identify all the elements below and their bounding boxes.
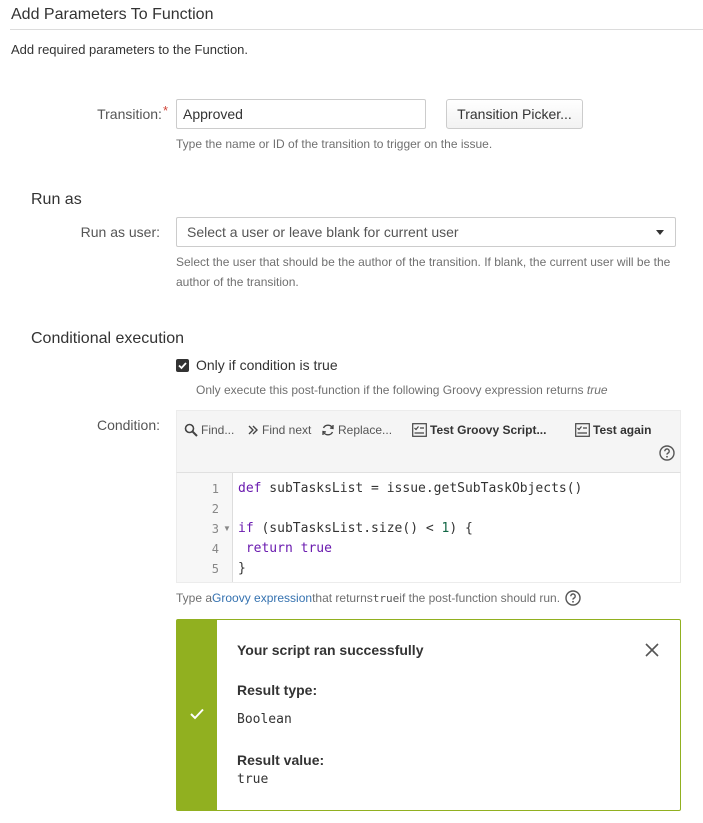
condition-help-text: Only execute this post-function if the f… xyxy=(196,383,587,397)
transition-label-text: Transition: xyxy=(97,106,162,122)
code-help-code: true xyxy=(372,591,400,605)
success-message: Your script ran successfully Result type… xyxy=(176,619,681,811)
editor-toolbar: Find... Find next Replace... Test Groovy… xyxy=(176,410,681,473)
replace-button[interactable]: Replace... xyxy=(321,421,392,439)
checklist-icon xyxy=(575,423,590,437)
editor-gutter: 1 2 3 ▼ 4 5 xyxy=(177,473,233,582)
code-help-middle: that returns xyxy=(312,591,373,605)
check-icon xyxy=(190,708,204,720)
test-again-button[interactable]: Test again xyxy=(575,421,651,439)
search-icon xyxy=(184,423,198,437)
line-number: 5 xyxy=(211,562,219,576)
page-title: Add Parameters To Function xyxy=(11,6,214,23)
find-next-button[interactable]: Find next xyxy=(247,421,311,439)
replace-label: Replace... xyxy=(338,423,393,437)
success-title: Your script ran successfully xyxy=(237,642,424,658)
double-chevron-right-icon xyxy=(248,425,258,435)
find-next-label: Find next xyxy=(262,423,312,437)
chevron-down-icon xyxy=(656,230,664,235)
line-number: 2 xyxy=(211,502,219,516)
test-again-label: Test again xyxy=(593,423,652,437)
transition-input[interactable] xyxy=(176,99,426,129)
code-editor[interactable]: 1 2 3 ▼ 4 5 def subTasksList = issue.get… xyxy=(176,473,681,583)
help-icon[interactable] xyxy=(565,590,581,606)
condition-label: Condition: xyxy=(96,417,160,433)
test-groovy-script-label: Test Groovy Script... xyxy=(430,423,547,437)
run-as-user-placeholder: Select a user or leave blank for current… xyxy=(187,224,459,240)
line-number: 1 xyxy=(211,482,219,496)
code-keyword: if xyxy=(238,521,254,536)
code-text: (subTasksList.size() < xyxy=(253,521,442,536)
code-help-suffix: if the post-function should run. xyxy=(399,591,561,605)
transition-label: Transition:* xyxy=(60,103,168,122)
fold-arrow-icon[interactable]: ▼ xyxy=(223,524,231,533)
close-icon[interactable] xyxy=(645,643,659,657)
page-description: Add required parameters to the Function. xyxy=(11,42,249,57)
condition-checkbox-label[interactable]: Only if condition is true xyxy=(196,357,338,373)
run-as-user-select[interactable]: Select a user or leave blank for current… xyxy=(176,217,676,247)
code-text: ) { xyxy=(449,521,473,536)
conditional-section-title: Conditional execution xyxy=(31,330,184,347)
required-marker: * xyxy=(162,103,168,118)
line-number: 4 xyxy=(211,542,219,556)
code-line: return true xyxy=(238,541,332,556)
transition-help: Type the name or ID of the transition to… xyxy=(176,137,493,151)
code-help: Type a Groovy expression that returns tr… xyxy=(176,590,581,606)
editor-help-button[interactable] xyxy=(659,445,675,461)
result-type-value: Boolean xyxy=(237,712,292,727)
line-number: 3 xyxy=(211,522,219,536)
run-as-user-label: Run as user: xyxy=(80,224,160,240)
code-help-prefix: Type a xyxy=(176,591,213,605)
groovy-expression-link[interactable]: Groovy expression xyxy=(212,591,312,605)
run-as-help-line2: author of the transition. xyxy=(176,275,299,289)
code-text: subTasksList = issue.getSubTaskObjects() xyxy=(261,481,583,496)
code-line: if (subTasksList.size() < 1) { xyxy=(238,521,473,536)
result-value: true xyxy=(237,772,269,787)
run-as-help-line1: Select the user that should be the autho… xyxy=(176,255,671,269)
find-label: Find... xyxy=(201,423,235,437)
test-groovy-script-button[interactable]: Test Groovy Script... xyxy=(412,421,546,439)
checklist-icon xyxy=(412,423,427,437)
help-icon xyxy=(659,445,675,461)
code-keyword: def xyxy=(238,481,262,496)
code-keyword: return xyxy=(245,541,293,556)
code-line: def subTasksList = issue.getSubTaskObjec… xyxy=(238,481,582,496)
code-keyword: true xyxy=(300,541,332,556)
checkmark-icon xyxy=(178,362,187,370)
success-bar xyxy=(177,620,217,810)
code-line: } xyxy=(238,561,246,576)
condition-help: Only execute this post-function if the f… xyxy=(196,380,608,400)
condition-checkbox[interactable] xyxy=(176,359,189,372)
run-as-section-title: Run as xyxy=(31,191,82,208)
transition-picker-button[interactable]: Transition Picker... xyxy=(446,99,583,129)
title-divider xyxy=(10,29,703,30)
condition-help-emphasis: true xyxy=(586,383,608,397)
result-value-label: Result value: xyxy=(237,752,325,768)
find-button[interactable]: Find... xyxy=(184,421,234,439)
refresh-icon xyxy=(322,424,334,436)
result-type-label: Result type: xyxy=(237,682,318,698)
